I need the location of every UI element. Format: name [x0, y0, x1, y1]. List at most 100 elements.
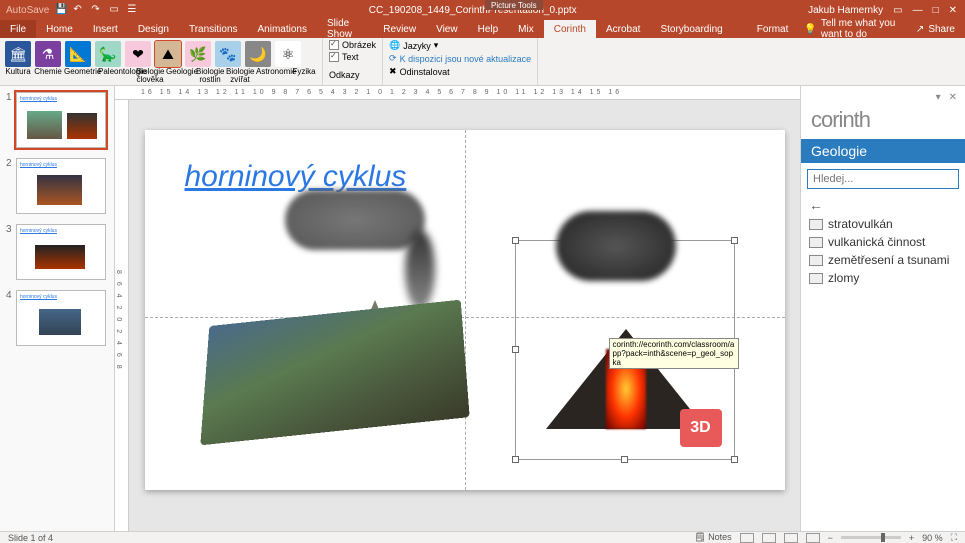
slide-thumbnails: 1 horninový cyklus 2 horninový cyklus 3 …	[0, 86, 115, 531]
jazyky-button[interactable]: 🌐 Jazyky ▾	[389, 40, 531, 51]
tab-file[interactable]: File	[0, 20, 36, 38]
view-sorter-icon[interactable]	[762, 533, 776, 543]
slide-editor: 16 15 14 13 12 11 10 9 8 7 6 5 4 3 2 1 0…	[115, 86, 800, 531]
panel-item-vulkanicka[interactable]: vulkanická činnost	[807, 233, 959, 251]
text-check[interactable]: Text	[329, 52, 376, 62]
panel-dropdown-icon[interactable]: ▾	[936, 92, 941, 103]
panel-close-icon[interactable]: ✕	[949, 92, 957, 103]
panel-item-zlomy[interactable]: zlomy	[807, 269, 959, 287]
thumb-1-title: horninový cyklus	[20, 96, 57, 102]
document-title: CC_190208_1449_CorinthPresentation_0.ppt…	[369, 5, 577, 16]
tab-slideshow[interactable]: Slide Show	[317, 20, 373, 38]
geologie-button[interactable]: ⛰	[155, 41, 181, 67]
undo-icon[interactable]: ↶	[73, 4, 85, 16]
lbl-paleo: Paleontologie	[98, 68, 134, 84]
zoom-slider[interactable]	[841, 536, 901, 539]
slide-title[interactable]: horninový cyklus	[185, 160, 407, 194]
tab-storyboarding[interactable]: Storyboarding	[650, 20, 732, 38]
image-icon	[809, 219, 823, 230]
biologie-zvirat-button[interactable]: 🐾	[215, 41, 241, 67]
uninstall-label: Odinstalovat	[400, 67, 450, 77]
smoke-shape	[405, 230, 435, 310]
image-volcano-selected[interactable]: corinth://ecorinth.com/classroom/app?pac…	[515, 240, 735, 460]
thumb-4[interactable]: horninový cyklus	[16, 290, 106, 346]
lbl-geometrie: Geometrie	[64, 68, 96, 84]
zoom-in-icon[interactable]: +	[909, 533, 914, 543]
save-icon[interactable]: 💾	[55, 4, 67, 16]
image-terrain[interactable]	[205, 230, 485, 450]
touch-icon[interactable]: ☰	[127, 4, 139, 16]
tab-mix[interactable]: Mix	[508, 20, 544, 38]
panel-item-stratovulkan[interactable]: stratovulkán	[807, 215, 959, 233]
thumb-2[interactable]: horninový cyklus	[16, 158, 106, 214]
panel-item-label: vulkanická činnost	[828, 235, 925, 249]
thumb-3[interactable]: horninový cyklus	[16, 224, 106, 280]
ribbon-opts-icon[interactable]: ▭	[893, 5, 902, 16]
fyzika-button[interactable]: ⚛	[275, 41, 301, 67]
view-normal-icon[interactable]	[740, 533, 754, 543]
tab-review[interactable]: Review	[373, 20, 426, 38]
tab-view[interactable]: View	[426, 20, 468, 38]
slide[interactable]: horninový cyklus	[145, 130, 785, 490]
minimize-icon[interactable]: —	[913, 5, 923, 16]
panel-search-input[interactable]	[807, 169, 959, 189]
update-button[interactable]: ⟳ K dispozici jsou nové aktualizace	[389, 53, 531, 64]
slide-counter[interactable]: Slide 1 of 4	[8, 533, 53, 543]
geometrie-button[interactable]: 📐	[65, 41, 91, 67]
view-reading-icon[interactable]	[784, 533, 798, 543]
biologie-cloveka-button[interactable]: ❤	[125, 41, 151, 67]
group-odkazy: Obrázek Text Odkazy	[323, 38, 383, 85]
thumb-1[interactable]: horninový cyklus	[16, 92, 106, 148]
user-name[interactable]: Jakub Hamernky	[808, 5, 883, 16]
image-icon	[809, 273, 823, 284]
obrazek-label: Obrázek	[342, 40, 376, 50]
uninstall-button[interactable]: ✖ Odinstalovat	[389, 66, 531, 77]
tab-corinth[interactable]: Corinth	[544, 20, 596, 38]
astronomie-button[interactable]: 🌙	[245, 41, 271, 67]
biologie-rostlin-button[interactable]: 🌿	[185, 41, 211, 67]
share-icon: ↗	[916, 24, 924, 35]
thumb-4-title: horninový cyklus	[20, 294, 57, 300]
maximize-icon[interactable]: □	[933, 5, 939, 16]
zoom-out-icon[interactable]: −	[828, 533, 833, 543]
thumb-num-1: 1	[6, 92, 16, 148]
share-button[interactable]: ↗Share	[906, 24, 965, 35]
tab-format[interactable]: Format	[747, 20, 799, 38]
obrazek-check[interactable]: Obrázek	[329, 40, 376, 50]
tab-acrobat[interactable]: Acrobat	[596, 20, 650, 38]
tab-help[interactable]: Help	[468, 20, 509, 38]
horizontal-ruler: 16 15 14 13 12 11 10 9 8 7 6 5 4 3 2 1 0…	[115, 86, 800, 100]
canvas[interactable]: horninový cyklus	[129, 100, 800, 531]
odkazy-group-label: Odkazy	[329, 70, 376, 80]
vertical-ruler: 8 6 4 2 0 2 4 6 8	[115, 100, 129, 531]
close-icon[interactable]: ✕	[949, 5, 957, 16]
autosave-label: AutoSave	[6, 5, 49, 16]
tab-transitions[interactable]: Transitions	[179, 20, 248, 38]
notes-button[interactable]: 🗒 Notes	[694, 532, 731, 543]
ribbon-tabs: File Home Insert Design Transitions Anim…	[0, 20, 965, 38]
notes-label: Notes	[708, 532, 732, 542]
zoom-value[interactable]: 90 %	[922, 533, 943, 543]
tab-home[interactable]: Home	[36, 20, 83, 38]
view-slideshow-icon[interactable]	[806, 533, 820, 543]
paleontologie-button[interactable]: 🦕	[95, 41, 121, 67]
bulb-icon: 💡	[804, 24, 816, 35]
panel-back-button[interactable]: ←	[801, 195, 965, 215]
lbl-fyzika: Fyzika	[290, 68, 318, 84]
jazyky-label: Jazyky	[403, 41, 431, 51]
lbl-geologie: Geologie	[166, 68, 194, 84]
fit-icon[interactable]: ⛶	[951, 532, 957, 543]
tab-insert[interactable]: Insert	[83, 20, 128, 38]
thumb-num-4: 4	[6, 290, 16, 346]
panel-item-zemetreseni[interactable]: zemětřesení a tsunami	[807, 251, 959, 269]
start-icon[interactable]: ▭	[109, 4, 121, 16]
3d-badge[interactable]: 3D	[680, 409, 722, 447]
kultura-button[interactable]: 🏛	[5, 41, 31, 67]
link-tooltip: corinth://ecorinth.com/classroom/app?pac…	[609, 338, 739, 369]
text-label: Text	[342, 52, 359, 62]
chemie-button[interactable]: ⚗	[35, 41, 61, 67]
tab-design[interactable]: Design	[128, 20, 179, 38]
redo-icon[interactable]: ↷	[91, 4, 103, 16]
tab-animations[interactable]: Animations	[248, 20, 317, 38]
tell-me[interactable]: 💡Tell me what you want to do	[804, 18, 906, 40]
